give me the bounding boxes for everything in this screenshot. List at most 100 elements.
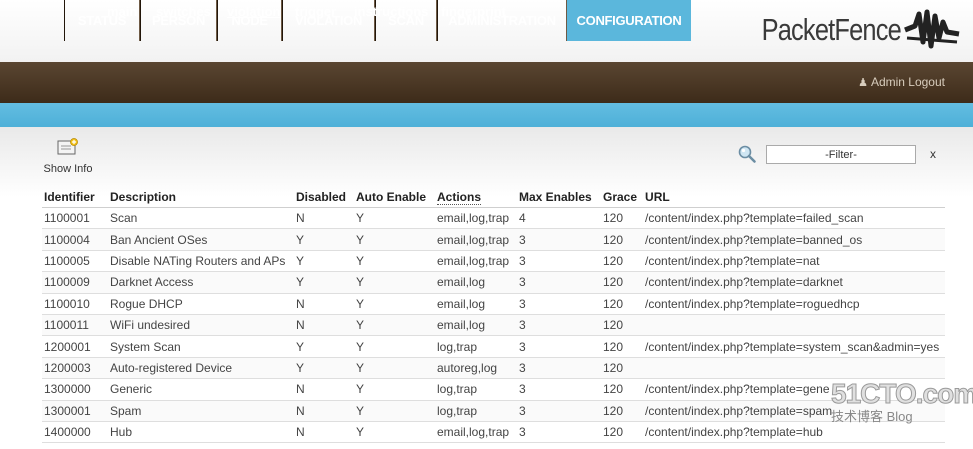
cell-auto-enable: Y [354, 357, 435, 380]
cell-disabled: Y [294, 357, 354, 380]
cell-description: Auto-registered Device [108, 357, 294, 380]
cell-identifier: 1200001 [42, 335, 108, 358]
cell-disabled: N [294, 293, 354, 315]
subnav-main[interactable]: main [107, 0, 137, 24]
cell-identifier: 1100010 [42, 293, 108, 315]
column-header-disabled[interactable]: Disabled [294, 187, 354, 208]
cell-description: Disable NATing Routers and APs [108, 250, 294, 273]
table-row[interactable]: 1100009 Darknet Access Y Yemail,log 3 120/con… [42, 271, 946, 294]
logo-mark-icon [904, 9, 960, 49]
cell-grace: 120 [601, 335, 644, 358]
cell-disabled: Y [294, 271, 354, 294]
show-info-button[interactable]: Show Info [42, 138, 94, 175]
cell-url: /content/index.php?template=system_scan&… [643, 335, 946, 358]
cell-disabled: N [294, 378, 354, 401]
cell-auto-enable: Y [354, 271, 435, 294]
cell-max-enables: 3 [517, 421, 601, 444]
cell-actions: log,trap [435, 335, 517, 358]
cell-disabled: N [294, 314, 354, 337]
column-header-max-enables[interactable]: Max Enables [517, 187, 601, 208]
column-header-grace[interactable]: Grace [601, 187, 644, 208]
table-row[interactable]: 1400000 Hub N Yemail,log,trap 3 120/content/i… [42, 421, 946, 444]
cell-auto-enable: Y [354, 250, 435, 273]
cell-grace: 120 [601, 314, 644, 337]
cell-auto-enable: Y [354, 293, 435, 315]
table-row[interactable]: 1200003 Auto-registered Device Y Yautoreg,l… [42, 357, 946, 380]
subnav-fingerprint[interactable]: fingerprint [441, 0, 506, 24]
cell-grace: 120 [601, 207, 644, 230]
cell-description: Spam [108, 400, 294, 422]
add-note-icon [57, 138, 78, 155]
cell-actions: email,log [435, 293, 517, 315]
cell-actions: email,log,trap [435, 421, 517, 444]
table-row[interactable]: 1100001 Scan N Yemail,log,trap 4 120/content/… [42, 207, 946, 230]
filter-input[interactable] [766, 145, 916, 164]
cell-description: Scan [108, 207, 294, 230]
cell-identifier: 1300001 [42, 400, 108, 422]
cell-description: Rogue DHCP [108, 293, 294, 315]
search-icon[interactable] [738, 145, 756, 163]
cell-max-enables: 3 [517, 228, 601, 251]
cell-identifier: 1100001 [42, 207, 108, 230]
table-row[interactable]: 1100004 Ban Ancient OSes Y Yemail,log,trap 3… [42, 228, 946, 251]
cell-grace: 120 [601, 250, 644, 273]
cell-max-enables: 3 [517, 378, 601, 401]
cell-grace: 120 [601, 228, 644, 251]
cell-auto-enable: Y [354, 421, 435, 444]
cell-url: /content/index.php?template=roguedhcp [643, 293, 946, 315]
clear-filter-button[interactable]: x [930, 147, 936, 161]
cell-max-enables: 3 [517, 314, 601, 337]
admin-logout-link[interactable]: ♟ Admin Logout [858, 62, 945, 103]
subnav-trigger[interactable]: trigger [295, 0, 336, 24]
cell-actions: email,log [435, 271, 517, 294]
table-row[interactable]: 1100005 Disable NATing Routers and APs Y Ye… [42, 250, 946, 273]
column-header-description[interactable]: Description [108, 187, 294, 208]
cell-max-enables: 3 [517, 250, 601, 273]
cell-disabled: Y [294, 228, 354, 251]
cell-disabled: N [294, 421, 354, 444]
cell-description: Ban Ancient OSes [108, 228, 294, 251]
table-row[interactable]: 1100011 WiFi undesired N Yemail,log 3 120 [42, 314, 946, 337]
cell-disabled: Y [294, 250, 354, 273]
cell-description: System Scan [108, 335, 294, 358]
subnav-instructions[interactable]: instructions [354, 0, 428, 24]
cell-grace: 120 [601, 400, 644, 422]
cell-max-enables: 3 [517, 335, 601, 358]
column-header-actions-label: Actions [437, 190, 482, 205]
cell-identifier: 1100005 [42, 250, 108, 273]
column-header-actions[interactable]: Actions [435, 187, 517, 208]
cell-grace: 120 [601, 421, 644, 444]
column-header-auto-enable[interactable]: Auto Enable [354, 187, 435, 208]
tab-configuration[interactable]: CONFIGURATION [567, 0, 691, 41]
table-row[interactable]: 1100010 Rogue DHCP N Yemail,log 3 120/content… [42, 293, 946, 315]
table-row[interactable]: 1300000 Generic N Ylog,trap 3 120/content/ind… [42, 378, 946, 401]
cell-actions: email,log,trap [435, 228, 517, 251]
cell-auto-enable: Y [354, 335, 435, 358]
cell-url: /content/index.php?template=failed_scan [643, 207, 946, 230]
cell-grace: 120 [601, 293, 644, 315]
cell-description: Generic [108, 378, 294, 401]
cell-auto-enable: Y [354, 378, 435, 401]
sub-nav [0, 103, 973, 127]
cell-url [643, 357, 946, 380]
column-header-url[interactable]: URL [643, 187, 946, 208]
cell-description: WiFi undesired [108, 314, 294, 337]
cell-max-enables: 3 [517, 293, 601, 315]
logo-text: PacketFence [761, 12, 902, 47]
subnav-switches[interactable]: switches [156, 0, 211, 24]
column-header-identifier[interactable]: Identifier [42, 187, 108, 208]
table-header-row: Identifier Description Disabled Auto Ena… [42, 187, 946, 208]
cell-auto-enable: Y [354, 314, 435, 337]
cell-actions: email,log,trap [435, 250, 517, 273]
table-row[interactable]: 1200001 System Scan Y Ylog,trap 3 120/content… [42, 335, 946, 358]
cell-url [643, 314, 946, 337]
cell-disabled: N [294, 207, 354, 230]
cell-identifier: 1200003 [42, 357, 108, 380]
cell-grace: 120 [601, 271, 644, 294]
subnav-violation[interactable]: violation [227, 0, 280, 24]
cell-auto-enable: Y [354, 228, 435, 251]
violation-table: Identifier Description Disabled Auto Ena… [42, 187, 946, 444]
cell-description: Hub [108, 421, 294, 444]
packetfence-logo: PacketFence [731, 6, 961, 54]
table-row[interactable]: 1300001 Spam N Ylog,trap 3 120/content/index.… [42, 400, 946, 422]
